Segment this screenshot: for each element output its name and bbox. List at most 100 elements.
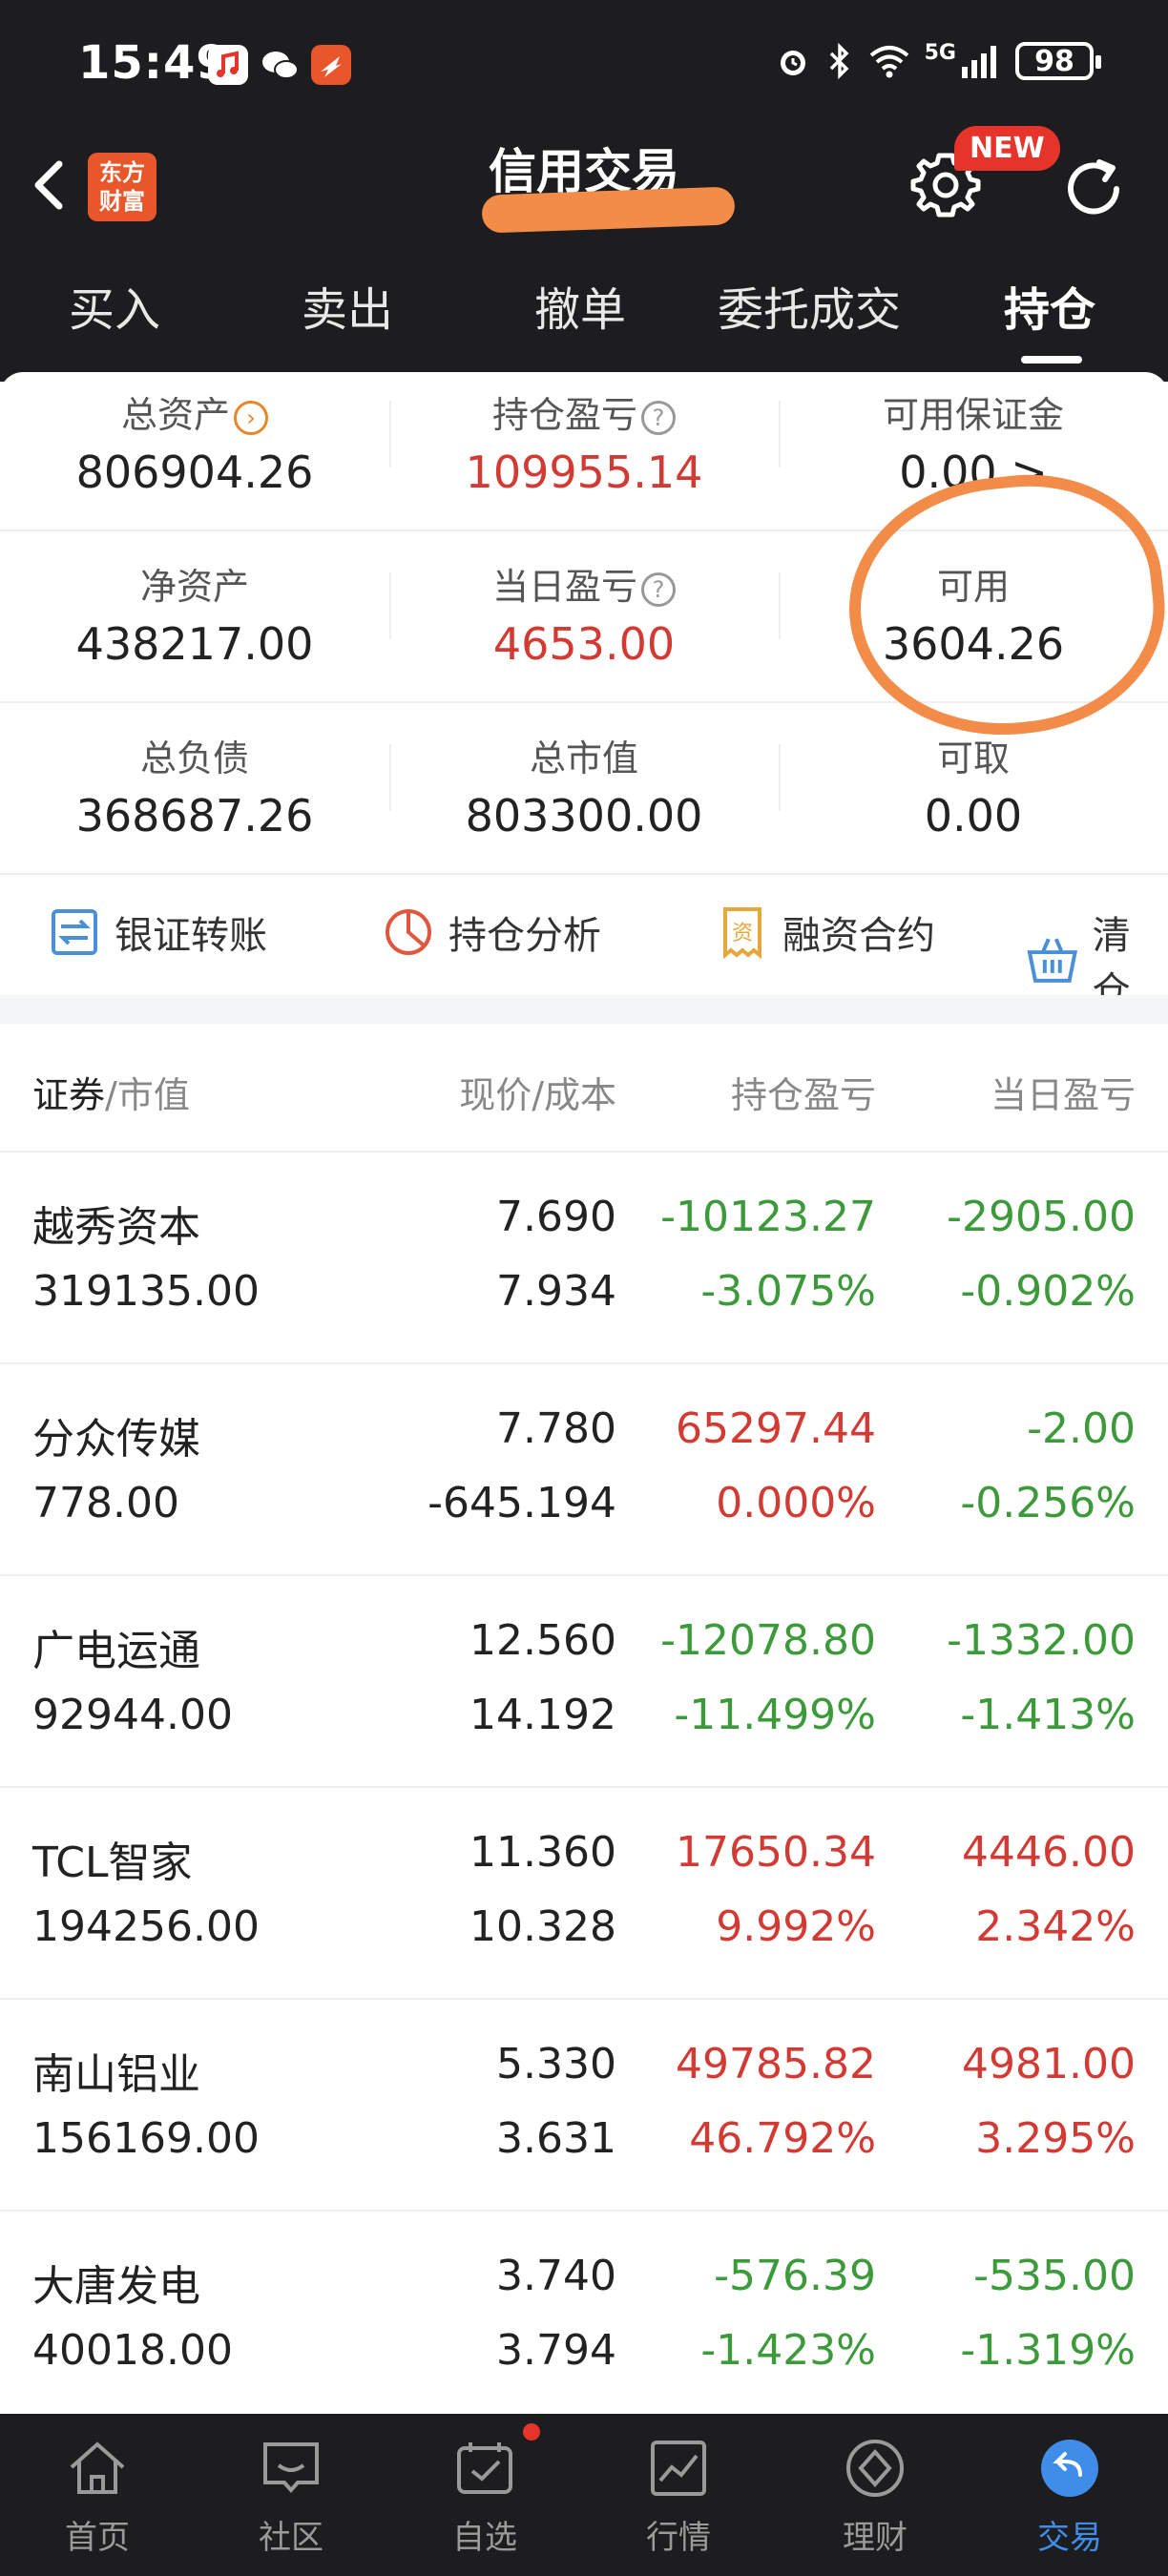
position-pnl-pct: 46.792% (689, 2114, 876, 2163)
total-assets-label: 总资产 (120, 394, 230, 436)
stock-name: 分众传媒 (32, 1415, 200, 1464)
position-pnl: 17650.34 (676, 1828, 876, 1877)
stock-cost: 7.934 (496, 1267, 616, 1316)
section-gap (0, 995, 1168, 1024)
action-label: 融资合约 (782, 914, 935, 958)
nav-trade[interactable]: 交易 (1003, 2435, 1137, 2558)
position-pnl-pct: -1.423% (700, 2326, 876, 2375)
table-row[interactable]: 大唐发电 40018.00 3.740 3.794 -576.39 -1.423… (0, 2212, 1168, 2423)
stock-name: 大唐发电 (32, 2262, 200, 2311)
total-market-value-label: 总市值 (529, 737, 638, 779)
daily-pnl: 4981.00 (962, 2040, 1136, 2088)
app-header: 东方 财富 信用交易 NEW (0, 126, 1168, 239)
basket-icon (1027, 938, 1078, 983)
nav-label: 社区 (259, 2519, 323, 2557)
position-pnl: 49785.82 (676, 2040, 876, 2088)
position-pnl-value: 109955.14 (465, 447, 703, 498)
stock-market-value: 92944.00 (32, 1691, 233, 1739)
nav-label: 首页 (65, 2519, 130, 2557)
music-app-icon (208, 45, 248, 85)
diamond-icon (846, 2440, 904, 2497)
pie-chart-icon (386, 909, 431, 955)
tab-orders-trades[interactable]: 委托成交 (718, 272, 901, 339)
header-security-label: 证券 (32, 1074, 106, 1116)
battery-level: 98 (1034, 44, 1074, 78)
alarm-icon (780, 51, 805, 75)
header-daily-pnl[interactable]: 当日盈亏 (991, 1066, 1136, 1118)
top-bar: 15:49 5G 98 东方 财富 信用交易 NEW 买入 卖出 撤单 委托成交… (0, 0, 1168, 382)
chat-icon (263, 2442, 319, 2494)
table-row[interactable]: 越秀资本 319135.00 7.690 7.934 -10123.27 -3.… (0, 1153, 1168, 1364)
help-icon[interactable]: ? (641, 400, 676, 435)
daily-pnl-pct: -0.256% (960, 1479, 1136, 1527)
active-tab-indicator (1021, 356, 1082, 364)
table-row[interactable]: 分众传媒 778.00 7.780 -645.194 65297.44 0.00… (0, 1364, 1168, 1576)
holdings-table-header: 证券/市值 现价/成本 持仓盈亏 当日盈亏 (0, 1024, 1168, 1153)
position-pnl-pct: 0.000% (716, 1479, 876, 1527)
daily-pnl: -1332.00 (947, 1616, 1136, 1665)
battery-icon: 98 (1015, 42, 1101, 80)
transfer-icon (52, 909, 97, 955)
position-pnl-pct: 9.992% (716, 1902, 876, 1951)
summary-daily-pnl: 当日盈亏? 4653.00 (389, 563, 779, 670)
nav-label: 行情 (646, 2519, 711, 2557)
header-security[interactable]: 证券/市值 (32, 1066, 190, 1118)
position-pnl: -12078.80 (660, 1616, 876, 1665)
stock-price: 11.360 (469, 1828, 616, 1877)
action-bank-transfer[interactable]: 银证转账 (48, 904, 267, 960)
nav-watchlist[interactable]: 自选 (418, 2435, 552, 2558)
stock-price: 5.330 (496, 2040, 616, 2088)
notification-dot (523, 2423, 540, 2441)
stock-cost: 3.794 (496, 2326, 616, 2375)
table-row[interactable]: 广电运通 92944.00 12.560 14.192 -12078.80 -1… (0, 1576, 1168, 1788)
withdrawable-label: 可取 (936, 737, 1010, 779)
nav-market[interactable]: 行情 (612, 2435, 745, 2558)
daily-pnl: -2.00 (1027, 1404, 1136, 1453)
stock-name: 南山铝业 (32, 2050, 200, 2099)
tab-sell[interactable]: 卖出 (302, 272, 393, 339)
nav-label: 交易 (1037, 2519, 1102, 2557)
tab-buy[interactable]: 买入 (69, 272, 160, 339)
bottom-navigation: 首页 社区 自选 行情 理财 交易 (0, 2414, 1168, 2576)
nav-label: 理财 (843, 2519, 907, 2557)
tab-positions[interactable]: 持仓 (1004, 272, 1095, 339)
summary-net-assets: 净资产 438217.00 (0, 563, 389, 670)
stock-market-value: 40018.00 (32, 2326, 233, 2375)
status-right: 5G 98 (774, 41, 1101, 80)
quick-actions: 银证转账 持仓分析 资 融资合约 清仓 (0, 876, 1168, 1013)
action-position-analysis[interactable]: 持仓分析 (382, 904, 601, 960)
stock-price: 7.690 (496, 1193, 616, 1241)
daily-pnl-pct: -1.319% (960, 2326, 1136, 2375)
tab-cancel-order[interactable]: 撤单 (534, 272, 626, 339)
action-margin-contract[interactable]: 资 融资合约 (716, 904, 935, 960)
nav-wealth[interactable]: 理财 (808, 2435, 942, 2558)
header-price-cost[interactable]: 现价/成本 (459, 1066, 616, 1118)
stock-price: 7.780 (496, 1404, 616, 1453)
home-icon (70, 2441, 125, 2494)
daily-pnl-pct: -1.413% (960, 1691, 1136, 1739)
daily-pnl: -535.00 (973, 2252, 1136, 2300)
stock-market-value: 156169.00 (32, 2114, 260, 2163)
chevron-right-icon: › (234, 400, 268, 435)
summary-position-pnl: 持仓盈亏? 109955.14 (389, 391, 779, 498)
table-row[interactable]: 南山铝业 156169.00 5.330 3.631 49785.82 46.7… (0, 2000, 1168, 2212)
signal-icon (962, 46, 996, 78)
summary-total-assets[interactable]: 总资产 › 806904.26 (0, 391, 389, 498)
stock-market-value: 778.00 (32, 1479, 179, 1527)
new-badge: NEW (954, 126, 1060, 171)
header-position-pnl[interactable]: 持仓盈亏 (731, 1066, 876, 1118)
table-row[interactable]: TCL智家 194256.00 11.360 10.328 17650.34 9… (0, 1788, 1168, 2000)
trade-tabs: 买入 卖出 撤单 委托成交 持仓 (0, 272, 1168, 367)
help-icon[interactable]: ? (641, 571, 676, 607)
nav-community[interactable]: 社区 (224, 2435, 358, 2558)
wifi-icon (869, 46, 908, 78)
action-label: 持仓分析 (448, 914, 601, 958)
wechat-icon (260, 45, 300, 85)
stock-price: 12.560 (469, 1616, 616, 1665)
summary-total-market-value: 总市值 803300.00 (389, 735, 779, 841)
stock-name: TCL智家 (32, 1839, 193, 1887)
withdrawable-value: 0.00 (924, 790, 1023, 841)
daily-pnl: 4446.00 (962, 1828, 1136, 1877)
nav-home[interactable]: 首页 (31, 2435, 164, 2558)
refresh-icon[interactable] (1057, 153, 1130, 225)
